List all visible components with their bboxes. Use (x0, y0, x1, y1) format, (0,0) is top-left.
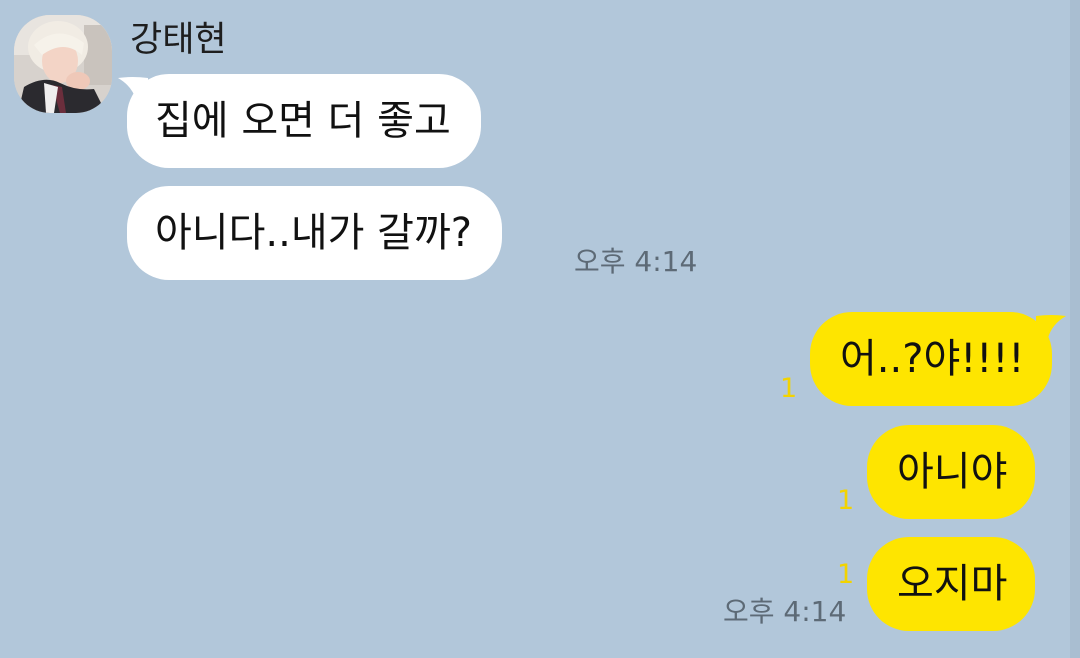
message-text: 아니다..내가 갈까? (155, 210, 472, 256)
outgoing-message-bubble[interactable]: 오지마 (867, 537, 1036, 631)
incoming-message-bubble[interactable]: 집에 오면 더 좋고 (127, 74, 481, 168)
scrollbar-track[interactable] (1070, 0, 1080, 658)
incoming-timestamp: 오후 4:14 (574, 245, 698, 278)
sender-name: 강태현 (130, 20, 227, 60)
unread-count: 1 (837, 485, 855, 516)
message-text: 집에 오면 더 좋고 (155, 98, 451, 144)
outgoing-timestamp: 오후 4:14 (723, 595, 847, 628)
outgoing-message-bubble[interactable]: 아니야 (867, 425, 1036, 519)
sender-avatar[interactable] (14, 15, 112, 113)
message-text: 아니야 (897, 449, 1008, 495)
incoming-message-bubble[interactable]: 아니다..내가 갈까? (127, 186, 502, 280)
outgoing-message-bubble[interactable]: 어..?야!!!! (810, 312, 1053, 406)
profile-photo-icon (14, 15, 112, 113)
message-text: 오지마 (897, 561, 1008, 607)
message-text: 어..?야!!!! (840, 336, 1025, 382)
unread-count: 1 (837, 559, 855, 590)
unread-count: 1 (780, 373, 798, 404)
chat-message-area[interactable]: 강태현 집에 오면 더 좋고 아니다..내가 갈까? 오후 4:14 1 어..… (0, 0, 1080, 658)
